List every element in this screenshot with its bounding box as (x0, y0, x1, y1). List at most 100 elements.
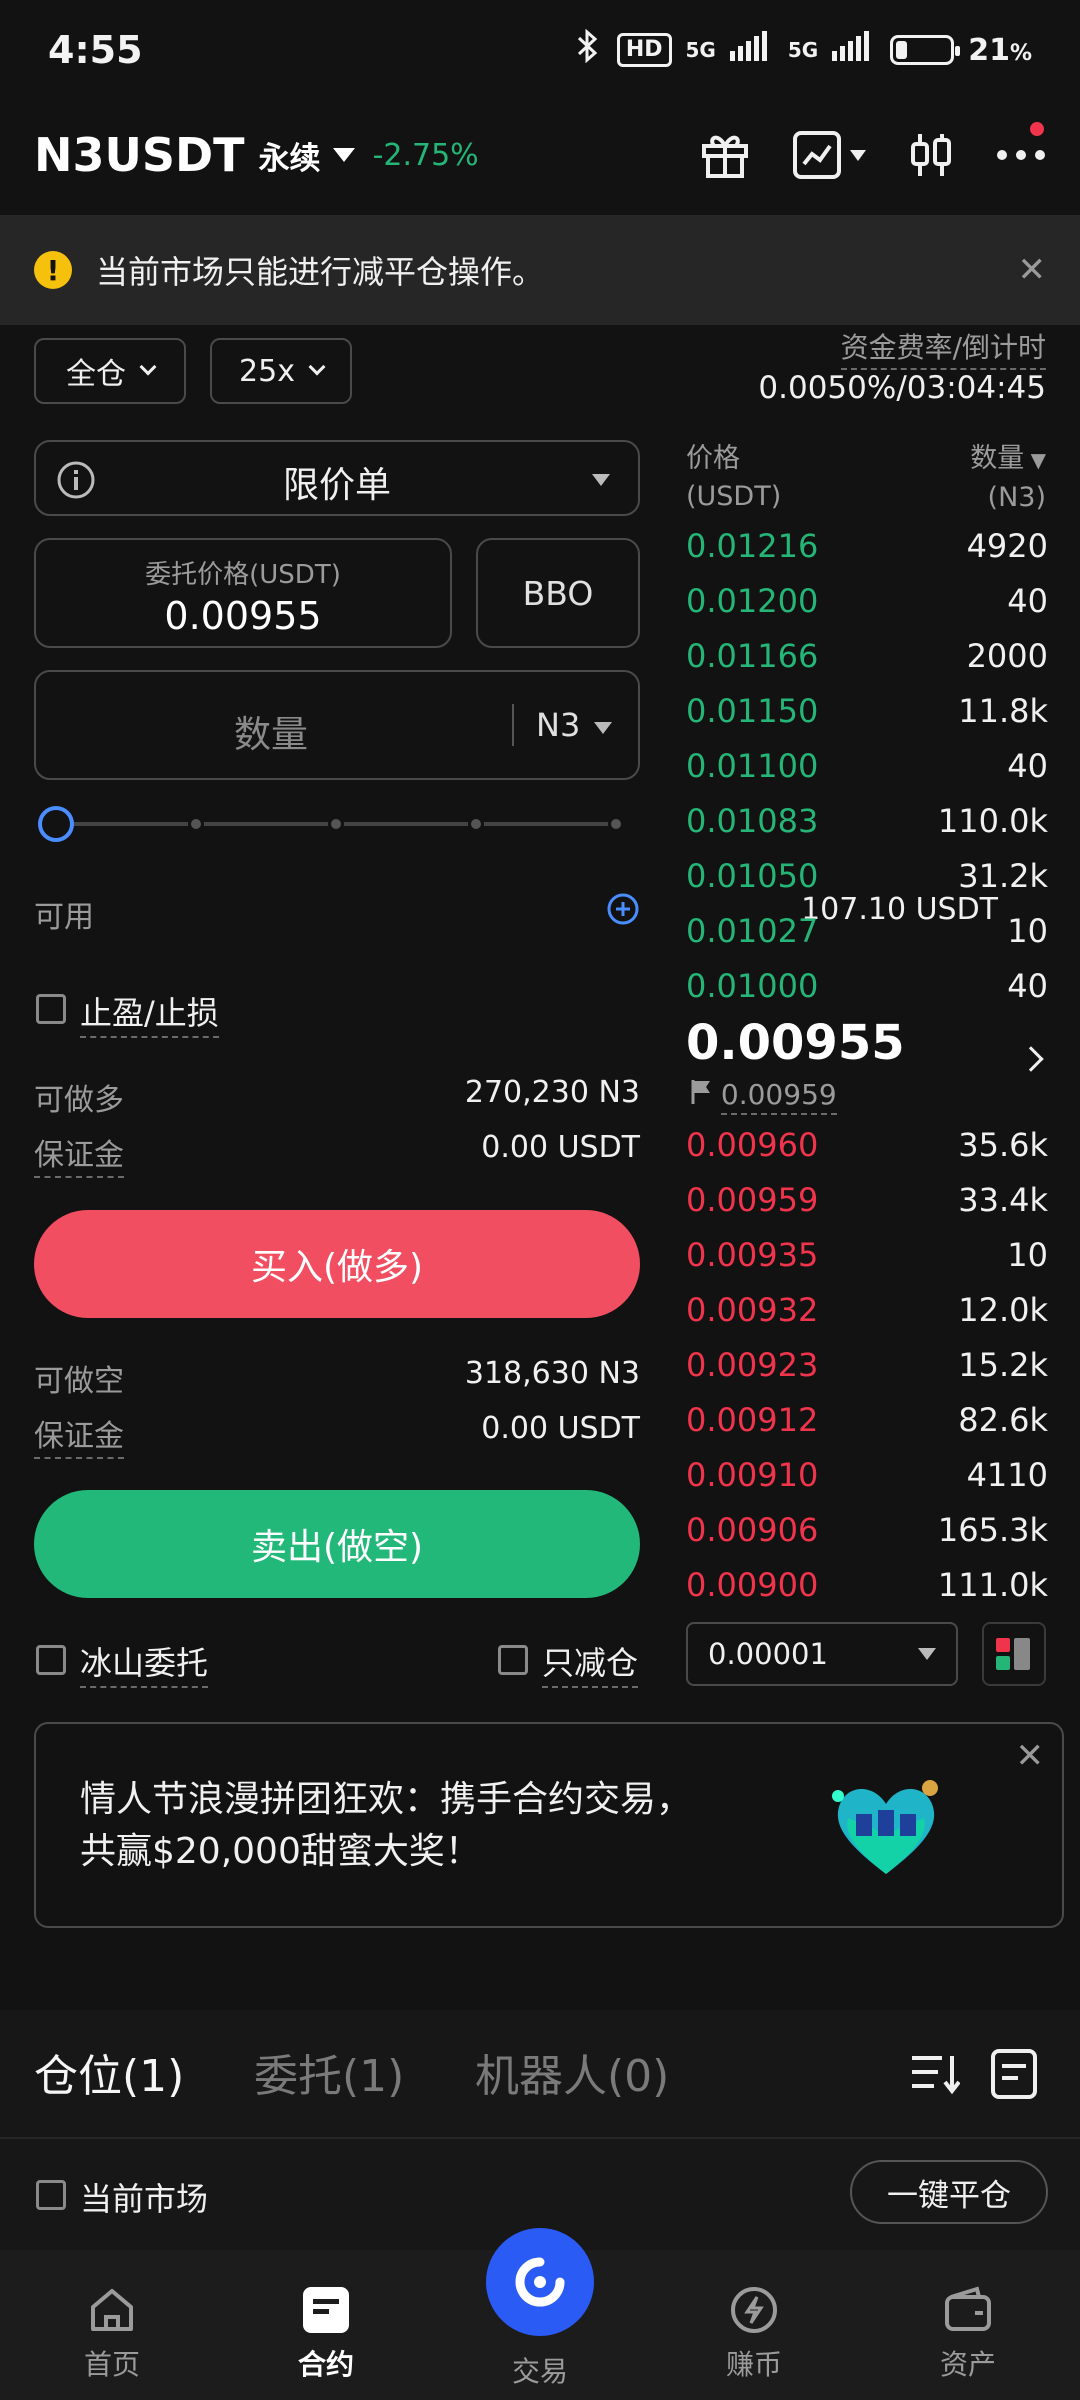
signal-icon (729, 31, 774, 69)
nav-futures[interactable]: 合约 (256, 2285, 396, 2383)
slider-step-75[interactable] (468, 816, 484, 832)
available-label: 可用 (34, 900, 94, 935)
bid-row[interactable]: 0.00932 12.0k (686, 1282, 1048, 1337)
buy-long-button[interactable]: 买入(做多) (34, 1210, 640, 1318)
slider-step-25[interactable] (188, 816, 204, 832)
current-market-checkbox[interactable] (36, 2180, 66, 2210)
funding-label[interactable]: 资金费率/倒计时 (840, 326, 1046, 370)
long-margin-label[interactable]: 保证金 (34, 1130, 124, 1178)
bid-row[interactable]: 0.00935 10 (686, 1227, 1048, 1282)
bid-row[interactable]: 0.00912 82.6k (686, 1392, 1048, 1447)
slider-step-100[interactable] (608, 816, 624, 832)
gift-icon[interactable] (698, 128, 752, 182)
tp-sl-label[interactable]: 止盈/止损 (80, 988, 219, 1038)
bid-qty: 10 (1007, 1235, 1048, 1274)
quantity-input[interactable]: 数量 N3 (34, 670, 640, 780)
bluetooth-icon (573, 28, 603, 71)
mark-price: 0.00959 (690, 1078, 837, 1115)
sort-icon[interactable] (910, 2052, 961, 2100)
promo-banner[interactable]: 情人节浪漫拼团狂欢：携手合约交易， 共赢$20,000甜蜜大奖！ ✕ (34, 1722, 1064, 1928)
add-funds-icon[interactable] (606, 892, 640, 930)
chart-icon[interactable] (792, 130, 866, 180)
ask-row[interactable]: 0.01050 31.2k (686, 848, 1048, 903)
bid-price: 0.00906 (686, 1510, 819, 1549)
trade-button[interactable] (486, 2228, 594, 2336)
last-price: 0.00955 (686, 1015, 905, 1071)
order-type-value: 限价单 (282, 465, 391, 506)
close-icon[interactable]: ✕ (1016, 1736, 1045, 1776)
bid-row[interactable]: 0.00960 35.6k (686, 1117, 1048, 1172)
bid-row[interactable]: 0.00900 111.0k (686, 1557, 1048, 1612)
dropdown-icon (592, 474, 610, 486)
ask-row[interactable]: 0.01083 110.0k (686, 793, 1048, 848)
slider-handle[interactable] (38, 806, 74, 842)
home-icon (91, 2289, 133, 2331)
nav-earn[interactable]: 赚币 (684, 2285, 824, 2383)
ask-row[interactable]: 0.01100 40 (686, 738, 1048, 793)
ask-price: 0.01050 (686, 856, 819, 895)
market-header: N3USDT 永续 -2.75% (0, 110, 1080, 200)
wallet-icon (945, 2286, 991, 2331)
ask-qty: 110.0k (937, 801, 1048, 840)
close-icon[interactable]: ✕ (1018, 250, 1047, 290)
bid-price: 0.00923 (686, 1345, 819, 1384)
funding-value: 0.0050%/03:04:45 (758, 370, 1046, 406)
bid-row[interactable]: 0.00910 4110 (686, 1447, 1048, 1502)
reduce-only-label[interactable]: 只减仓 (542, 1638, 639, 1688)
tab-bots[interactable]: 机器人(0) (475, 2040, 669, 2104)
current-market-label[interactable]: 当前市场 (80, 2174, 208, 2220)
slider-step-50[interactable] (328, 816, 344, 832)
precision-select[interactable]: 0.00001 (686, 1622, 958, 1686)
ask-qty: 11.8k (958, 691, 1048, 730)
ask-row[interactable]: 0.01000 40 (686, 958, 1048, 1013)
alert-text: 当前市场只能进行减平仓操作。 (96, 253, 545, 291)
sell-short-button[interactable]: 卖出(做空) (34, 1490, 640, 1598)
bbo-button[interactable]: BBO (476, 538, 640, 648)
close-all-button[interactable]: 一键平仓 (850, 2160, 1048, 2224)
nav-home[interactable]: 首页 (42, 2285, 182, 2383)
order-type-select[interactable]: 限价单 (34, 440, 640, 516)
ask-row[interactable]: 0.01200 40 (686, 573, 1048, 628)
nav-assets[interactable]: 资产 (898, 2285, 1038, 2383)
ask-row[interactable]: 0.01027 10 (686, 903, 1048, 958)
bid-row[interactable]: 0.00959 33.4k (686, 1172, 1048, 1227)
ask-qty: 4920 (966, 526, 1048, 565)
orderbook-qty-header[interactable]: 数量 ▼ (N3) (970, 440, 1046, 517)
chevron-right-icon[interactable] (1018, 1046, 1044, 1072)
unit-dropdown-icon[interactable] (594, 722, 612, 734)
tab-positions[interactable]: 仓位(1) (34, 2040, 184, 2104)
ask-price: 0.01150 (686, 691, 819, 730)
reduce-only-checkbox[interactable] (498, 1645, 528, 1675)
tp-sl-checkbox[interactable] (36, 994, 66, 1024)
bid-price: 0.00959 (686, 1180, 819, 1219)
bid-row[interactable]: 0.00923 15.2k (686, 1337, 1048, 1392)
max-short-value: 318,630 N3 (464, 1356, 640, 1391)
bid-row[interactable]: 0.00906 165.3k (686, 1502, 1048, 1557)
symbol-title[interactable]: N3USDT (34, 128, 245, 182)
bid-qty: 35.6k (958, 1125, 1048, 1164)
more-icon[interactable] (996, 145, 1046, 165)
contract-type[interactable]: 永续 (259, 133, 321, 178)
alert-banner: ! 当前市场只能进行减平仓操作。 ✕ (0, 215, 1080, 325)
order-history-icon[interactable] (990, 2048, 1038, 2104)
orderbook-layout-button[interactable] (982, 1622, 1046, 1686)
ask-price: 0.01216 (686, 526, 819, 565)
ask-row[interactable]: 0.01150 11.8k (686, 683, 1048, 738)
iceberg-label[interactable]: 冰山委托 (80, 1638, 209, 1688)
ask-qty: 10 (1007, 911, 1048, 950)
margin-mode-select[interactable]: 全仓 (34, 338, 186, 404)
ask-row[interactable]: 0.01166 2000 (686, 628, 1048, 683)
symbol-dropdown-icon[interactable] (332, 148, 355, 162)
iceberg-checkbox[interactable] (36, 1645, 66, 1675)
ask-price: 0.01166 (686, 636, 819, 675)
bid-price: 0.00935 (686, 1235, 819, 1274)
ask-row[interactable]: 0.01216 4920 (686, 518, 1048, 573)
leverage-select[interactable]: 25x (210, 338, 352, 404)
tab-orders[interactable]: 委托(1) (254, 2040, 404, 2104)
quantity-unit[interactable]: N3 (536, 706, 580, 744)
nav-trade-label[interactable]: 交易 (470, 2350, 610, 2390)
battery-percent: 21% (968, 32, 1032, 68)
short-margin-label[interactable]: 保证金 (34, 1411, 124, 1459)
candlestick-icon[interactable] (906, 130, 956, 180)
price-input[interactable]: 委托价格(USDT) 0.00955 (34, 538, 452, 648)
